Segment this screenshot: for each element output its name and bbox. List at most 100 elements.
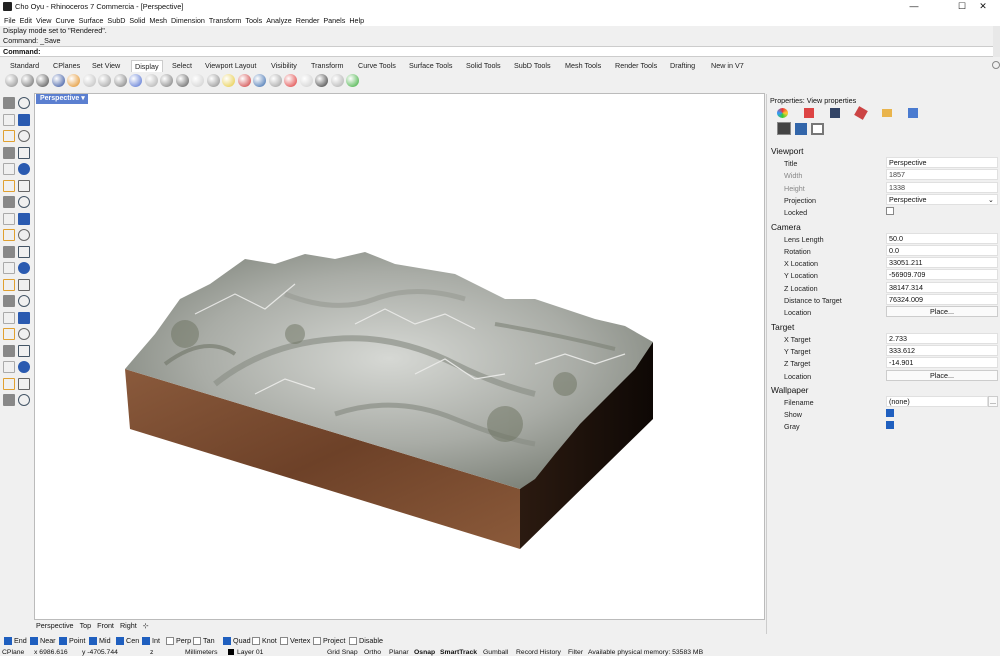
environment-icon[interactable] — [830, 108, 840, 118]
osnap-mid[interactable]: Mid — [89, 636, 111, 646]
y-location-field[interactable]: -56909.709 — [886, 269, 998, 280]
status-record-history[interactable]: Record History — [516, 648, 561, 656]
grid-icon[interactable] — [299, 74, 313, 87]
cylinder-icon[interactable] — [3, 212, 15, 225]
tab-mesh-tools[interactable]: Mesh Tools — [565, 60, 601, 72]
menu-help[interactable]: Help — [345, 13, 364, 25]
shade-selected-icon[interactable] — [330, 74, 344, 87]
status-units[interactable]: Millimeters — [185, 648, 217, 656]
menu-analyze[interactable]: Analyze — [262, 13, 292, 25]
z-target-field[interactable]: -14.901 — [886, 357, 998, 368]
arctic-icon[interactable] — [129, 74, 142, 87]
tab-subd-tools[interactable]: SubD Tools — [514, 60, 551, 72]
tab-new-in-v7[interactable]: New in V7 — [711, 60, 744, 72]
menu-transform[interactable]: Transform — [205, 13, 241, 25]
z-location-field[interactable]: 38147.314 — [886, 282, 998, 293]
status-smarttrack[interactable]: SmartTrack — [440, 648, 477, 656]
mirror-icon[interactable] — [18, 295, 30, 307]
select-icon[interactable] — [3, 97, 15, 109]
viewport-title-tab[interactable]: Perspective ▾ — [36, 94, 88, 104]
tab-render-tools[interactable]: Render Tools — [615, 60, 657, 72]
image-icon[interactable] — [908, 108, 918, 118]
wireframe-icon[interactable] — [5, 74, 18, 87]
gray-checkbox[interactable] — [886, 421, 894, 429]
osnap-knot[interactable]: Knot — [252, 636, 277, 646]
osnap-cen[interactable]: Cen — [116, 636, 139, 646]
dimension-icon[interactable] — [18, 328, 30, 340]
tab-display[interactable]: Display — [131, 60, 163, 72]
close-mesh-icon[interactable] — [284, 74, 297, 87]
ghosted-icon[interactable] — [51, 74, 65, 87]
rotation-field[interactable]: 0.0 — [886, 245, 998, 256]
command-scrollbar[interactable] — [993, 26, 1000, 57]
wallpaper-icon[interactable] — [811, 123, 824, 135]
menu-solid[interactable]: Solid — [125, 13, 145, 25]
viewport-tab-perspective[interactable]: Perspective — [36, 620, 74, 632]
osnap-perp[interactable]: Perp — [166, 636, 191, 646]
place-camera-button[interactable]: Place... — [886, 306, 998, 317]
viewport-tab-front[interactable]: Front — [97, 620, 114, 632]
scale-icon[interactable] — [3, 295, 15, 307]
add-viewport-icon[interactable]: ⊹ — [143, 620, 149, 632]
close-button[interactable]: ✕ — [966, 0, 1000, 13]
tab-set-view[interactable]: Set View — [92, 60, 120, 72]
filename-field[interactable]: (none) — [886, 396, 988, 407]
tab-drafting[interactable]: Drafting — [670, 60, 695, 72]
status-planar[interactable]: Planar — [389, 648, 409, 656]
draft-angle-icon[interactable] — [222, 74, 235, 87]
menu-surface[interactable]: Surface — [75, 13, 104, 25]
analyze-icon[interactable] — [3, 394, 15, 406]
gear-icon[interactable] — [992, 61, 1000, 69]
explode-icon[interactable] — [18, 262, 30, 274]
shaded-icon[interactable] — [20, 74, 34, 87]
patch-icon[interactable] — [18, 179, 30, 192]
menu-view[interactable]: View — [32, 13, 51, 25]
move-icon[interactable] — [3, 278, 15, 291]
join-icon[interactable] — [3, 262, 15, 274]
render-icon[interactable] — [18, 394, 30, 406]
material-icon[interactable] — [804, 108, 814, 118]
boolean-icon[interactable] — [3, 229, 15, 241]
status-ortho[interactable]: Ortho — [364, 648, 381, 656]
status-filter[interactable]: Filter — [568, 648, 583, 656]
texture-icon[interactable] — [854, 106, 868, 120]
tab-visibility[interactable]: Visibility — [271, 60, 297, 72]
osnap-project[interactable]: Project — [313, 636, 345, 646]
rectangle-icon[interactable] — [3, 146, 15, 159]
rendered-icon[interactable] — [36, 74, 49, 87]
status-cplane[interactable]: CPlane — [2, 648, 24, 656]
menu-tools[interactable]: Tools — [241, 13, 262, 25]
toggle-icon[interactable] — [346, 74, 359, 87]
browse-button[interactable]: ... — [988, 396, 998, 407]
fillet-icon[interactable] — [18, 229, 30, 241]
raytraced-icon[interactable] — [160, 74, 173, 87]
pen-icon[interactable] — [113, 74, 127, 87]
menu-subd[interactable]: SubD — [103, 13, 125, 25]
menu-render[interactable]: Render — [292, 13, 320, 25]
tab-cplanes[interactable]: CPlanes — [53, 60, 80, 72]
osnap-disable[interactable]: Disable — [349, 636, 383, 646]
status-grid-snap[interactable]: Grid Snap — [327, 648, 358, 656]
group-icon[interactable] — [3, 344, 15, 357]
osnap-point[interactable]: Point — [59, 636, 85, 646]
polyline-icon[interactable] — [3, 113, 15, 126]
tab-surface-tools[interactable]: Surface Tools — [409, 60, 452, 72]
tab-standard[interactable]: Standard — [10, 60, 39, 72]
menu-edit[interactable]: Edit — [16, 13, 32, 25]
tab-viewport-layout[interactable]: Viewport Layout — [205, 60, 256, 72]
offset-icon[interactable] — [18, 311, 30, 324]
object-properties-icon[interactable] — [777, 108, 788, 118]
x-target-field[interactable]: 2.733 — [886, 333, 998, 344]
minimize-button[interactable]: — — [897, 0, 931, 13]
menu-curve[interactable]: Curve — [51, 13, 74, 25]
x-location-field[interactable]: 33051.211 — [886, 257, 998, 268]
point-icon[interactable] — [18, 97, 30, 109]
array-icon[interactable] — [3, 311, 15, 324]
zebra-icon[interactable] — [175, 74, 189, 87]
osnap-near[interactable]: Near — [30, 636, 56, 646]
status-layer[interactable]: Layer 01 — [237, 648, 263, 656]
check-icon[interactable] — [18, 377, 30, 390]
distance-to-target-field[interactable]: 76324.009 — [886, 294, 998, 305]
menu-dimension[interactable]: Dimension — [167, 13, 205, 25]
extrude-icon[interactable] — [18, 212, 30, 225]
